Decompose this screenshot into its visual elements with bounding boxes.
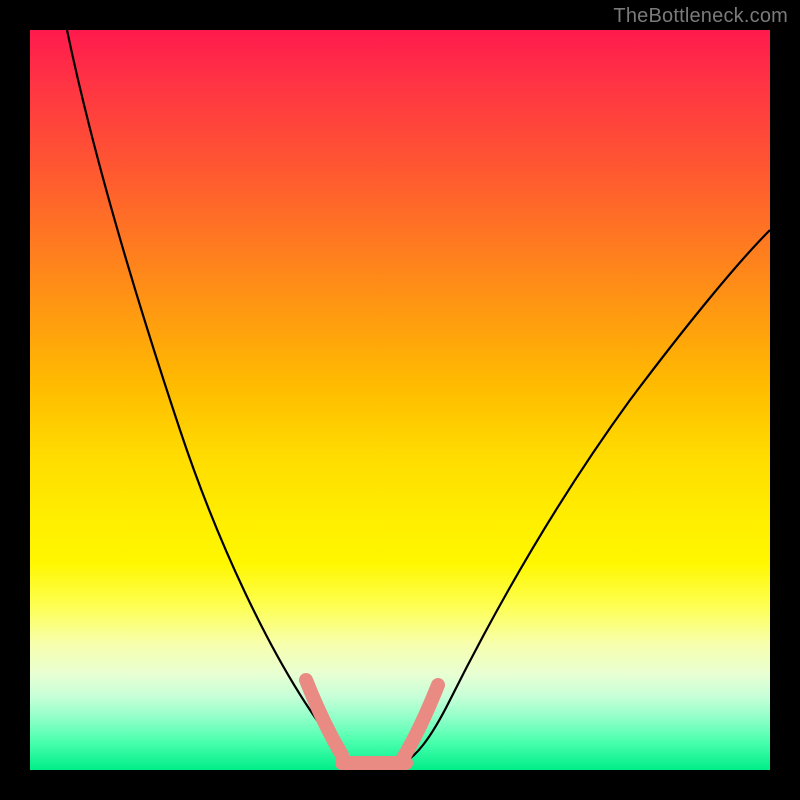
chart-frame: TheBottleneck.com [0, 0, 800, 800]
highlight-left [306, 680, 342, 755]
bottleneck-curve-path [67, 30, 770, 769]
bottleneck-curve-svg [30, 30, 770, 770]
plot-area [30, 30, 770, 770]
watermark-text: TheBottleneck.com [613, 5, 788, 28]
